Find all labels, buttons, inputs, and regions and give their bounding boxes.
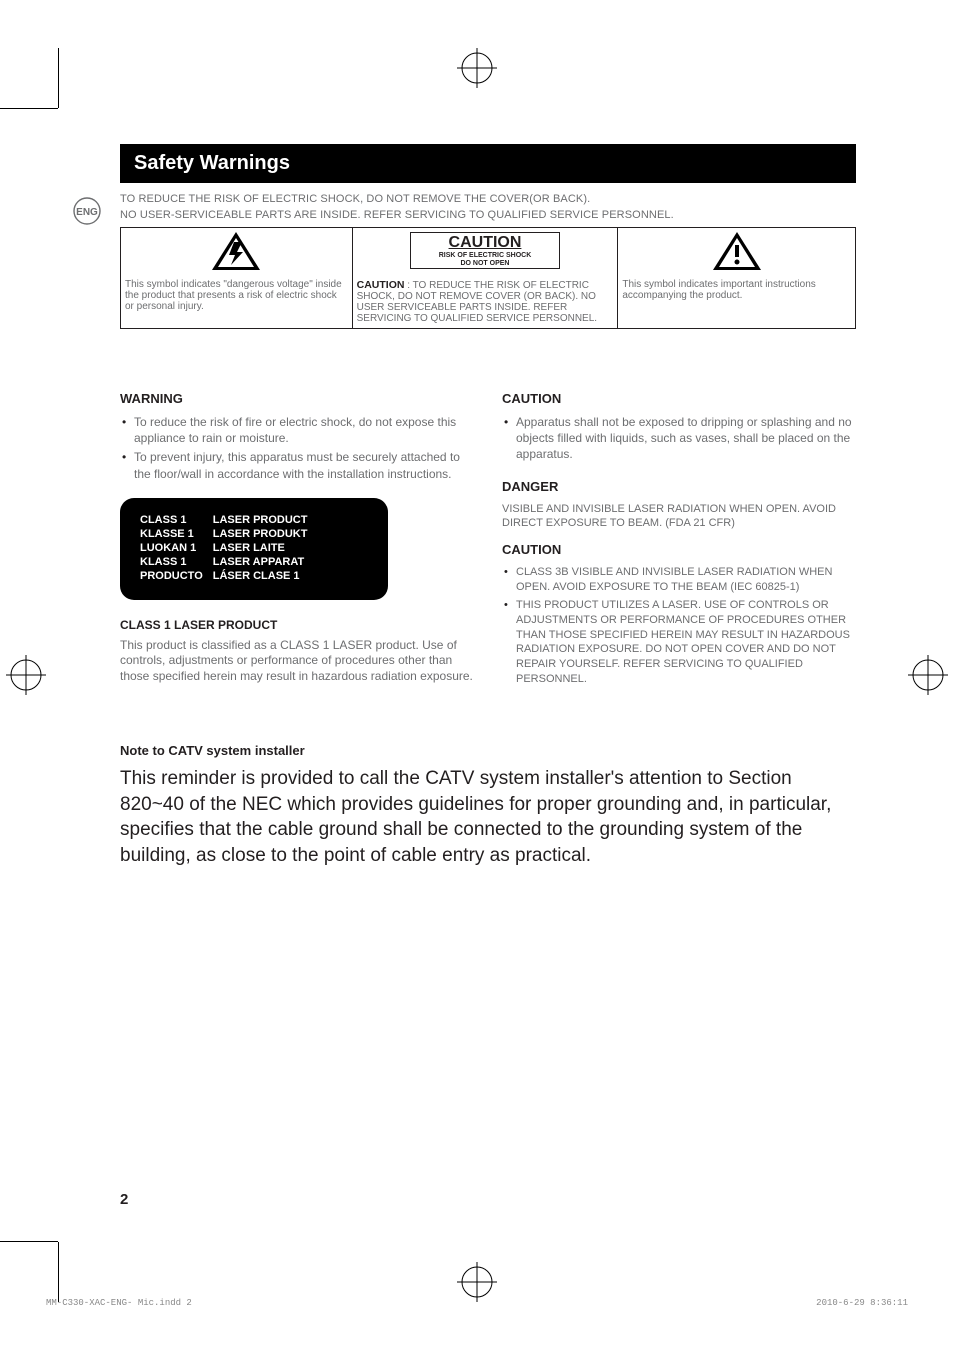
- caution-box-line2: DO NOT OPEN: [413, 260, 557, 268]
- table-right-text: This symbol indicates important instruct…: [618, 277, 856, 329]
- warning-heading: WARNING: [120, 391, 474, 406]
- caution-list-1: Apparatus shall not be exposed to drippi…: [502, 414, 856, 463]
- class1-body: This product is classified as a CLASS 1 …: [120, 638, 474, 685]
- footer-filename: MM-C330-XAC-ENG- Mic.indd 2: [46, 1298, 192, 1308]
- bolt-symbol-cell: [121, 228, 353, 278]
- caution-box-line1: RISK OF ELECTRIC SHOCK: [413, 252, 557, 260]
- caution-box-title: CAUTION: [413, 234, 557, 252]
- crop-mark-bottom: [457, 1262, 497, 1302]
- caution-box-cell: CAUTION RISK OF ELECTRIC SHOCK DO NOT OP…: [352, 228, 618, 278]
- laser-class-box: CLASS 1LASER PRODUCT KLASSE 1LASER PRODU…: [120, 498, 388, 600]
- caution-heading-1: CAUTION: [502, 391, 856, 406]
- catv-note-body: This reminder is provided to call the CA…: [120, 766, 856, 869]
- crop-mark-left: [6, 655, 46, 695]
- list-item: CLASS 3B VISIBLE AND INVISIBLE LASER RAD…: [502, 565, 856, 595]
- corner-mark: [0, 1241, 58, 1242]
- language-badge: ENG: [72, 196, 102, 231]
- class1-heading: CLASS 1 LASER PRODUCT: [120, 618, 474, 632]
- caution-heading-2: CAUTION: [502, 542, 856, 557]
- crop-mark-right: [908, 655, 948, 695]
- svg-text:ENG: ENG: [76, 207, 98, 218]
- intro-line-2: NO USER-SERVICEABLE PARTS ARE INSIDE. RE…: [120, 209, 856, 221]
- exclamation-symbol-cell: [618, 228, 856, 278]
- table-mid-text: CAUTION : TO REDUCE THE RISK OF ELECTRIC…: [352, 277, 618, 329]
- list-item: THIS PRODUCT UTILIZES A LASER. USE OF CO…: [502, 598, 856, 687]
- warning-list: To reduce the risk of fire or electric s…: [120, 414, 474, 482]
- list-item: To prevent injury, this apparatus must b…: [120, 449, 474, 481]
- crop-mark-top: [457, 48, 497, 88]
- list-item: Apparatus shall not be exposed to drippi…: [502, 414, 856, 463]
- page-number: 2: [120, 1191, 128, 1208]
- exclamation-triangle-icon: [711, 230, 763, 272]
- lightning-triangle-icon: [210, 230, 262, 272]
- left-column: WARNING To reduce the risk of fire or el…: [120, 391, 474, 703]
- corner-mark: [0, 108, 58, 109]
- corner-mark: [58, 48, 59, 108]
- intro-line-1: TO REDUCE THE RISK OF ELECTRIC SHOCK, DO…: [120, 193, 856, 205]
- list-item: To reduce the risk of fire or electric s…: [120, 414, 474, 446]
- danger-heading: DANGER: [502, 479, 856, 494]
- caution-table: CAUTION RISK OF ELECTRIC SHOCK DO NOT OP…: [120, 227, 856, 329]
- catv-note-heading: Note to CATV system installer: [120, 743, 856, 758]
- page-title: Safety Warnings: [120, 144, 856, 183]
- right-column: CAUTION Apparatus shall not be exposed t…: [502, 391, 856, 703]
- caution-list-2: CLASS 3B VISIBLE AND INVISIBLE LASER RAD…: [502, 565, 856, 687]
- footer-timestamp: 2010-6-29 8:36:11: [816, 1298, 908, 1308]
- corner-mark: [58, 1242, 59, 1302]
- table-left-text: This symbol indicates "dangerous voltage…: [121, 277, 353, 329]
- danger-body: VISIBLE AND INVISIBLE LASER RADIATION WH…: [502, 502, 856, 531]
